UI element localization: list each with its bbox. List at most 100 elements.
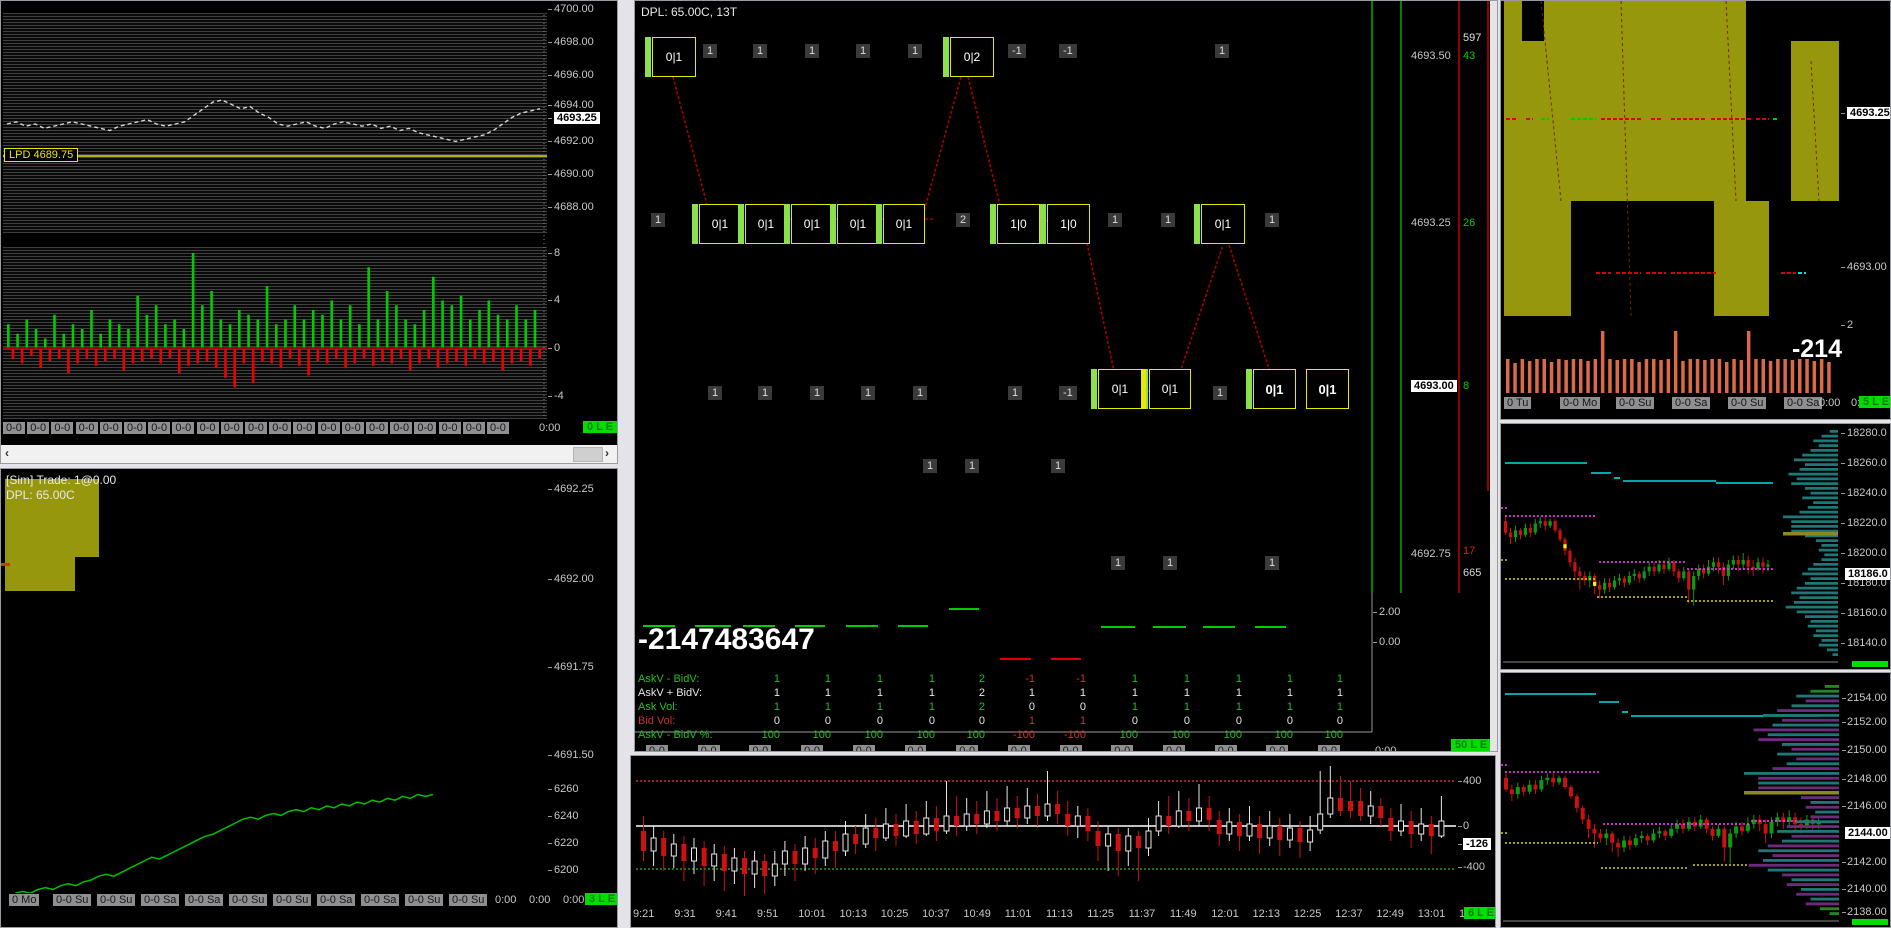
- chart-shape: [1520, 359, 1525, 393]
- panel-top-right-chart[interactable]: 4693.25 4693.00 2 -214 0 Tu 0-0 Mo 0-0 Su 0-0 S…: [1500, 0, 1891, 420]
- oscillator-candle-chart[interactable]: [631, 756, 1493, 906]
- panel-center-bottom-oscillator[interactable]: 400 0 -126 -400 9:21 9:31 9:41 9:51 10:01 10:13 10…: [630, 755, 1496, 928]
- numberbar-box[interactable]: 0|1: [1253, 369, 1296, 409]
- chart-shape: [348, 305, 352, 348]
- table-value-cell: -1: [1076, 673, 1086, 685]
- delta-count-cell: 1: [908, 44, 923, 58]
- numberbar-box[interactable]: 0|1: [883, 204, 925, 244]
- chart-shape: [1711, 562, 1716, 567]
- chart-shape: [882, 823, 889, 839]
- chart-shape: [1652, 566, 1656, 572]
- scroll-right-arrow[interactable]: ›: [605, 446, 609, 460]
- chart-shape: [1527, 361, 1532, 393]
- time-axis-label: 11:13: [1046, 908, 1073, 920]
- chart-shape: [812, 848, 818, 858]
- numberbar-box[interactable]: 1|0: [997, 204, 1040, 244]
- table-value-cell: 1: [1131, 701, 1138, 713]
- price-axis-label: 18160.0: [1847, 607, 1887, 619]
- chart-shape: [1065, 814, 1071, 826]
- chart-shape: [1796, 820, 1839, 824]
- chart-shape: [1772, 854, 1839, 857]
- chart-shape: [1145, 830, 1152, 849]
- scroll-left-arrow[interactable]: ‹: [5, 446, 9, 460]
- numberbar-box[interactable]: 0|1: [1306, 369, 1349, 409]
- chart-shape: [1805, 359, 1809, 393]
- chart-shape: [1692, 575, 1696, 590]
- chart-shape: [1418, 823, 1425, 835]
- chart-shape: [1675, 824, 1680, 829]
- panel-top-left-chart[interactable]: LPD 4689.75 4700.00 4698.00 4696.00 4694.00 4…: [0, 0, 618, 464]
- numberbar-box[interactable]: 0|1: [652, 37, 696, 77]
- numberbar-box[interactable]: 0|1: [1201, 204, 1245, 244]
- delta-count-cell: 1: [1008, 386, 1023, 400]
- chart-shape: [1125, 835, 1132, 852]
- chart-shape: [1669, 828, 1674, 836]
- chart-shape: [1810, 689, 1839, 693]
- delta-count-cell: 1: [1163, 556, 1178, 570]
- chart-shape: [1716, 562, 1721, 567]
- table-value-cell: 0: [1079, 701, 1086, 713]
- chart-shape: [233, 349, 236, 388]
- chart-shape: [288, 349, 292, 359]
- chart-shape: [251, 349, 255, 383]
- price-volume-chart[interactable]: [3, 1, 547, 421]
- numberbar-box[interactable]: 0|1: [745, 204, 787, 244]
- time-axis-cell: 0-0 Su: [449, 894, 488, 906]
- time-axis-cell: 0-0 Sa: [141, 894, 180, 906]
- vertical-scrollbar[interactable]: [1490, 1, 1497, 751]
- cumulative-pnl-chart[interactable]: [3, 469, 547, 893]
- numberbar-box[interactable]: 0|1: [699, 204, 741, 244]
- chart-shape: [344, 349, 347, 369]
- time-axis-cell: 0-0: [697, 745, 720, 751]
- chart-shape: [762, 861, 768, 876]
- time-axis-cell: 0-0 Sa: [317, 894, 356, 906]
- panel-mid-right-candles[interactable]: 18280.0 18260.0 18240.0 18220.0 18200.0 18180…: [1500, 423, 1891, 670]
- numberbar-box[interactable]: 0|1: [791, 204, 833, 244]
- table-row-label: Bid Vol:: [638, 715, 676, 727]
- numberbar-box[interactable]: 1|0: [1047, 204, 1090, 244]
- chart-shape: [1428, 824, 1434, 836]
- chart-shape: [469, 319, 472, 348]
- time-axis-cell: 0-0: [1318, 745, 1340, 751]
- chart-shape: [1297, 828, 1303, 842]
- time-axis-end-label: 0:00: [563, 894, 585, 906]
- chart-shape: [1307, 829, 1314, 843]
- chart-shape: [1506, 359, 1510, 393]
- numberbar-box[interactable]: 0|1: [1098, 369, 1142, 409]
- chart-shape: [1085, 816, 1091, 831]
- time-axis-end-label: 0:00: [1819, 397, 1841, 409]
- chart-shape: [802, 847, 809, 865]
- price-axis-label: 2154.00: [1847, 692, 1887, 704]
- chart-shape: [781, 850, 788, 865]
- numberbar-box[interactable]: 0|1: [1149, 369, 1191, 409]
- numberbar-box[interactable]: 0|2: [950, 37, 994, 77]
- candlestick-chart[interactable]: [1501, 673, 1889, 927]
- chart-shape: [1725, 362, 1729, 393]
- chart-shape: [1257, 824, 1263, 838]
- chart-shape: [1014, 808, 1020, 818]
- chart-shape: [1639, 835, 1644, 839]
- chart-shape: [1549, 362, 1554, 393]
- chart-shape: [34, 329, 38, 348]
- panel-center-numberbars[interactable]: DPL: 65.00C, 13T 0|1 0|2 0|1 0|1 0|1 0|1 0|1 1|0…: [634, 0, 1498, 752]
- price-axis-label: 6200: [554, 864, 579, 876]
- delta-count-cell: 1: [1265, 213, 1280, 227]
- numberbar-box[interactable]: 0|1: [837, 204, 879, 244]
- price-axis-label: 6260: [554, 783, 579, 795]
- candlestick-chart[interactable]: [1501, 424, 1889, 669]
- delta-count-cell: 1: [1213, 386, 1228, 400]
- panel-bottom-right-candles[interactable]: 2154.00 2152.00 2150.00 2148.00 2146.00 2142.…: [1500, 672, 1891, 928]
- chart-shape: [473, 349, 477, 359]
- chart-line: [672, 76, 711, 217]
- chart-shape: [104, 349, 107, 361]
- chart-shape: [1818, 643, 1838, 647]
- chart-shape: [11, 349, 15, 359]
- scrollbar-thumb[interactable]: [573, 447, 603, 462]
- profile-count-label: 665: [1463, 567, 1482, 579]
- chart-shape: [191, 253, 195, 348]
- horizontal-scrollbar[interactable]: ‹ ›: [1, 445, 617, 463]
- table-value-cell: 0: [1235, 715, 1242, 727]
- panel-bottom-left-chart[interactable]: [Sim] Trade: 1@0.00 DPL: 65.00C 4692.25 469…: [0, 468, 618, 928]
- chart-shape: [1782, 718, 1839, 722]
- chart-shape: [1533, 523, 1537, 533]
